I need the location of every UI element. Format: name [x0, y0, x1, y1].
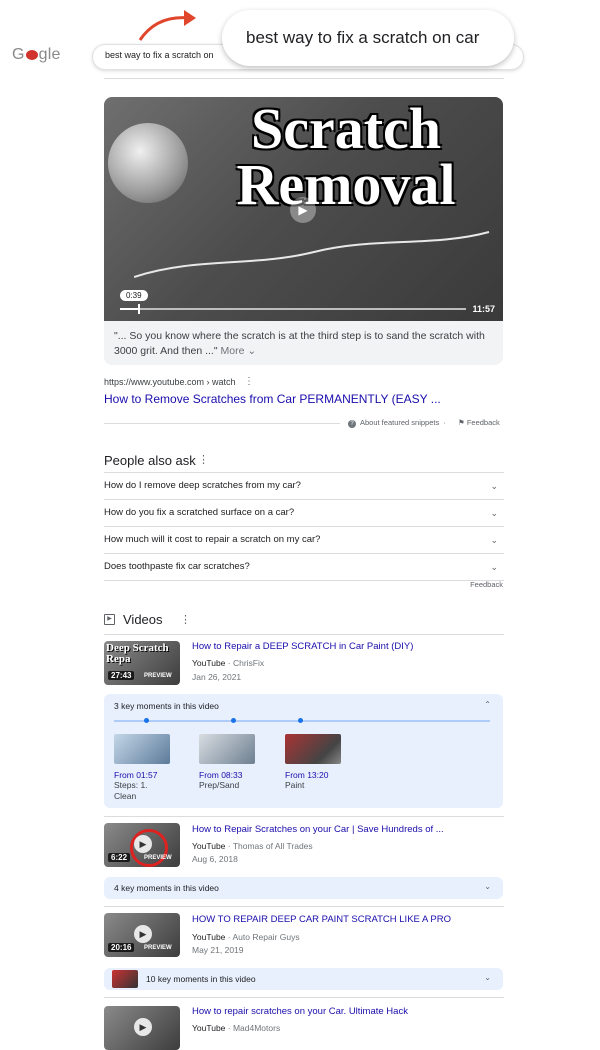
chevron-down-icon: ⌄ [490, 508, 498, 518]
play-icon[interactable]: ▶ [290, 197, 316, 223]
paa-question[interactable]: Does toothpaste fix car scratches? ⌄ [104, 553, 504, 580]
search-query: best way to fix a scratch on [105, 50, 214, 60]
google-logo[interactable]: Ggle [12, 46, 61, 64]
scratch-line-image [134, 231, 490, 278]
timestamp-bubble: 0:39 [120, 290, 148, 301]
video-divider [104, 906, 504, 907]
video-thumbnail[interactable]: Deep Scratch Repa 27:43 PREVIEW [104, 641, 180, 685]
video-source: YouTube · Thomas of All Trades [192, 841, 313, 851]
zoomed-search-query: best way to fix a scratch on car [246, 28, 480, 47]
moment-label: Paint [285, 780, 305, 790]
video-source: YouTube · ChrisFix [192, 658, 265, 668]
snippet-divider [104, 423, 340, 424]
paa-list: How do I remove deep scratches from my c… [104, 472, 504, 581]
video-date: May 21, 2019 [192, 945, 244, 955]
play-icon: ▶ [134, 1018, 152, 1036]
top-bar: Ggle best way to fix a scratch on best w… [0, 0, 600, 72]
key-moment[interactable]: From 01:57 Steps: 1. Clean [114, 734, 184, 802]
video-timeline[interactable] [120, 304, 466, 314]
video-divider [104, 997, 504, 998]
result-title-link[interactable]: How to Remove Scratches from Car PERMANE… [104, 392, 441, 406]
moment-label: Prep/Sand [199, 780, 240, 790]
moment-thumbnail [114, 734, 170, 764]
video-source: YouTube · Auto Repair Guys [192, 932, 300, 942]
timeline-played [120, 308, 139, 310]
videos-divider [104, 634, 504, 635]
play-icon: ▶ [134, 835, 152, 853]
video-source: YouTube · Mad4Motors [192, 1023, 281, 1033]
key-moments-label: 3 key moments in this video [114, 701, 219, 711]
play-icon: ▶ [134, 925, 152, 943]
paa-more-icon[interactable]: ⋮ [198, 453, 209, 466]
arrow-annotation-icon [138, 10, 196, 41]
paa-divider [104, 580, 504, 581]
help-icon: ? [348, 420, 356, 428]
video-thumbnail[interactable]: ▶ 20:16 PREVIEW [104, 913, 180, 957]
chevron-down-icon: ⌄ [490, 562, 498, 572]
video-icon: ▶ [104, 614, 115, 625]
video-caption: "... So you know where the scratch is at… [114, 330, 485, 357]
videos-more-icon[interactable]: ⋮ [180, 613, 191, 626]
moment-thumbnail [112, 970, 138, 988]
featured-video-thumbnail[interactable]: Scratch Removal ▶ 0:39 11:57 [104, 97, 503, 321]
featured-video-card[interactable]: Scratch Removal ▶ 0:39 11:57 "... So you… [104, 97, 503, 365]
video-thumbnail[interactable]: ▶ [104, 1006, 180, 1050]
preview-label: PREVIEW [144, 855, 172, 861]
video-duration: 20:16 [108, 943, 135, 952]
more-options-icon[interactable]: ⋮ [244, 376, 254, 387]
moment-label: Steps: 1. Clean [114, 780, 148, 801]
preview-label: PREVIEW [144, 673, 172, 679]
moments-track [114, 718, 490, 723]
key-moment[interactable]: From 08:33 Prep/Sand [199, 734, 269, 791]
feedback-link[interactable]: ⚑ Feedback [458, 418, 500, 427]
moment-time: From 01:57 [114, 770, 158, 780]
result-url: https://www.youtube.com › watch [104, 377, 236, 387]
thumbnail-title: Scratch Removal [236, 97, 456, 217]
videos-heading: Videos [123, 612, 163, 627]
paa-feedback-link[interactable]: Feedback [470, 580, 503, 589]
key-moments-bar[interactable]: 10 key moments in this video ⌄ [104, 968, 503, 990]
timeline-handle[interactable] [137, 304, 140, 314]
video-duration: 11:57 [472, 304, 495, 314]
chevron-down-icon: ⌄ [484, 882, 491, 891]
video-divider [104, 816, 504, 817]
paa-question[interactable]: How do I remove deep scratches from my c… [104, 472, 504, 499]
video-title-link[interactable]: How to repair scratches on your Car. Ult… [192, 1006, 408, 1017]
more-button[interactable]: More ⌄ [220, 345, 256, 357]
moment-marker[interactable] [144, 718, 150, 723]
paa-question[interactable]: How do you fix a scratched surface on a … [104, 499, 504, 526]
preview-label: PREVIEW [144, 945, 172, 951]
chevron-down-icon: ⌄ [484, 973, 491, 982]
chevron-up-icon[interactable]: ⌃ [484, 700, 491, 709]
video-duration: 27:43 [108, 671, 135, 680]
key-moment[interactable]: From 13:20 Paint [285, 734, 355, 791]
moment-thumbnail [199, 734, 255, 764]
key-moments-label: 10 key moments in this video [146, 974, 256, 984]
moment-thumbnail [285, 734, 341, 764]
about-featured-snippets[interactable]: ? About featured snippets · [348, 418, 446, 428]
moment-time: From 13:20 [285, 770, 329, 780]
key-moments-label: 4 key moments in this video [114, 883, 219, 893]
header-divider [104, 78, 504, 79]
video-title-link[interactable]: How to Repair a DEEP SCRATCH in Car Pain… [192, 641, 413, 652]
video-duration: 6:22 [108, 853, 131, 862]
key-moments-panel: 3 key moments in this video ⌃ From 01:57… [104, 694, 503, 808]
chevron-down-icon: ⌄ [490, 481, 498, 491]
zoomed-search-box: best way to fix a scratch on car [222, 10, 514, 66]
key-moments-bar[interactable]: 4 key moments in this video ⌄ [104, 877, 503, 899]
moment-marker[interactable] [298, 718, 304, 723]
video-title-link[interactable]: HOW TO REPAIR DEEP CAR PAINT SCRATCH LIK… [192, 914, 451, 925]
paa-question[interactable]: How much will it cost to repair a scratc… [104, 526, 504, 553]
video-thumbnail[interactable]: ▶ 6:22 PREVIEW [104, 823, 180, 867]
moment-marker[interactable] [230, 718, 236, 723]
video-date: Jan 26, 2021 [192, 672, 242, 682]
video-title-link[interactable]: How to Repair Scratches on your Car | Sa… [192, 824, 444, 835]
thumbnail-overlay-text: Deep Scratch Repa [106, 642, 169, 665]
video-date: Aug 6, 2018 [192, 854, 238, 864]
flag-icon: ⚑ [458, 418, 465, 427]
moment-time: From 08:33 [199, 770, 243, 780]
paa-heading: People also ask [104, 453, 196, 468]
chevron-down-icon: ⌄ [490, 535, 498, 545]
fuel-cap-image [108, 123, 188, 203]
